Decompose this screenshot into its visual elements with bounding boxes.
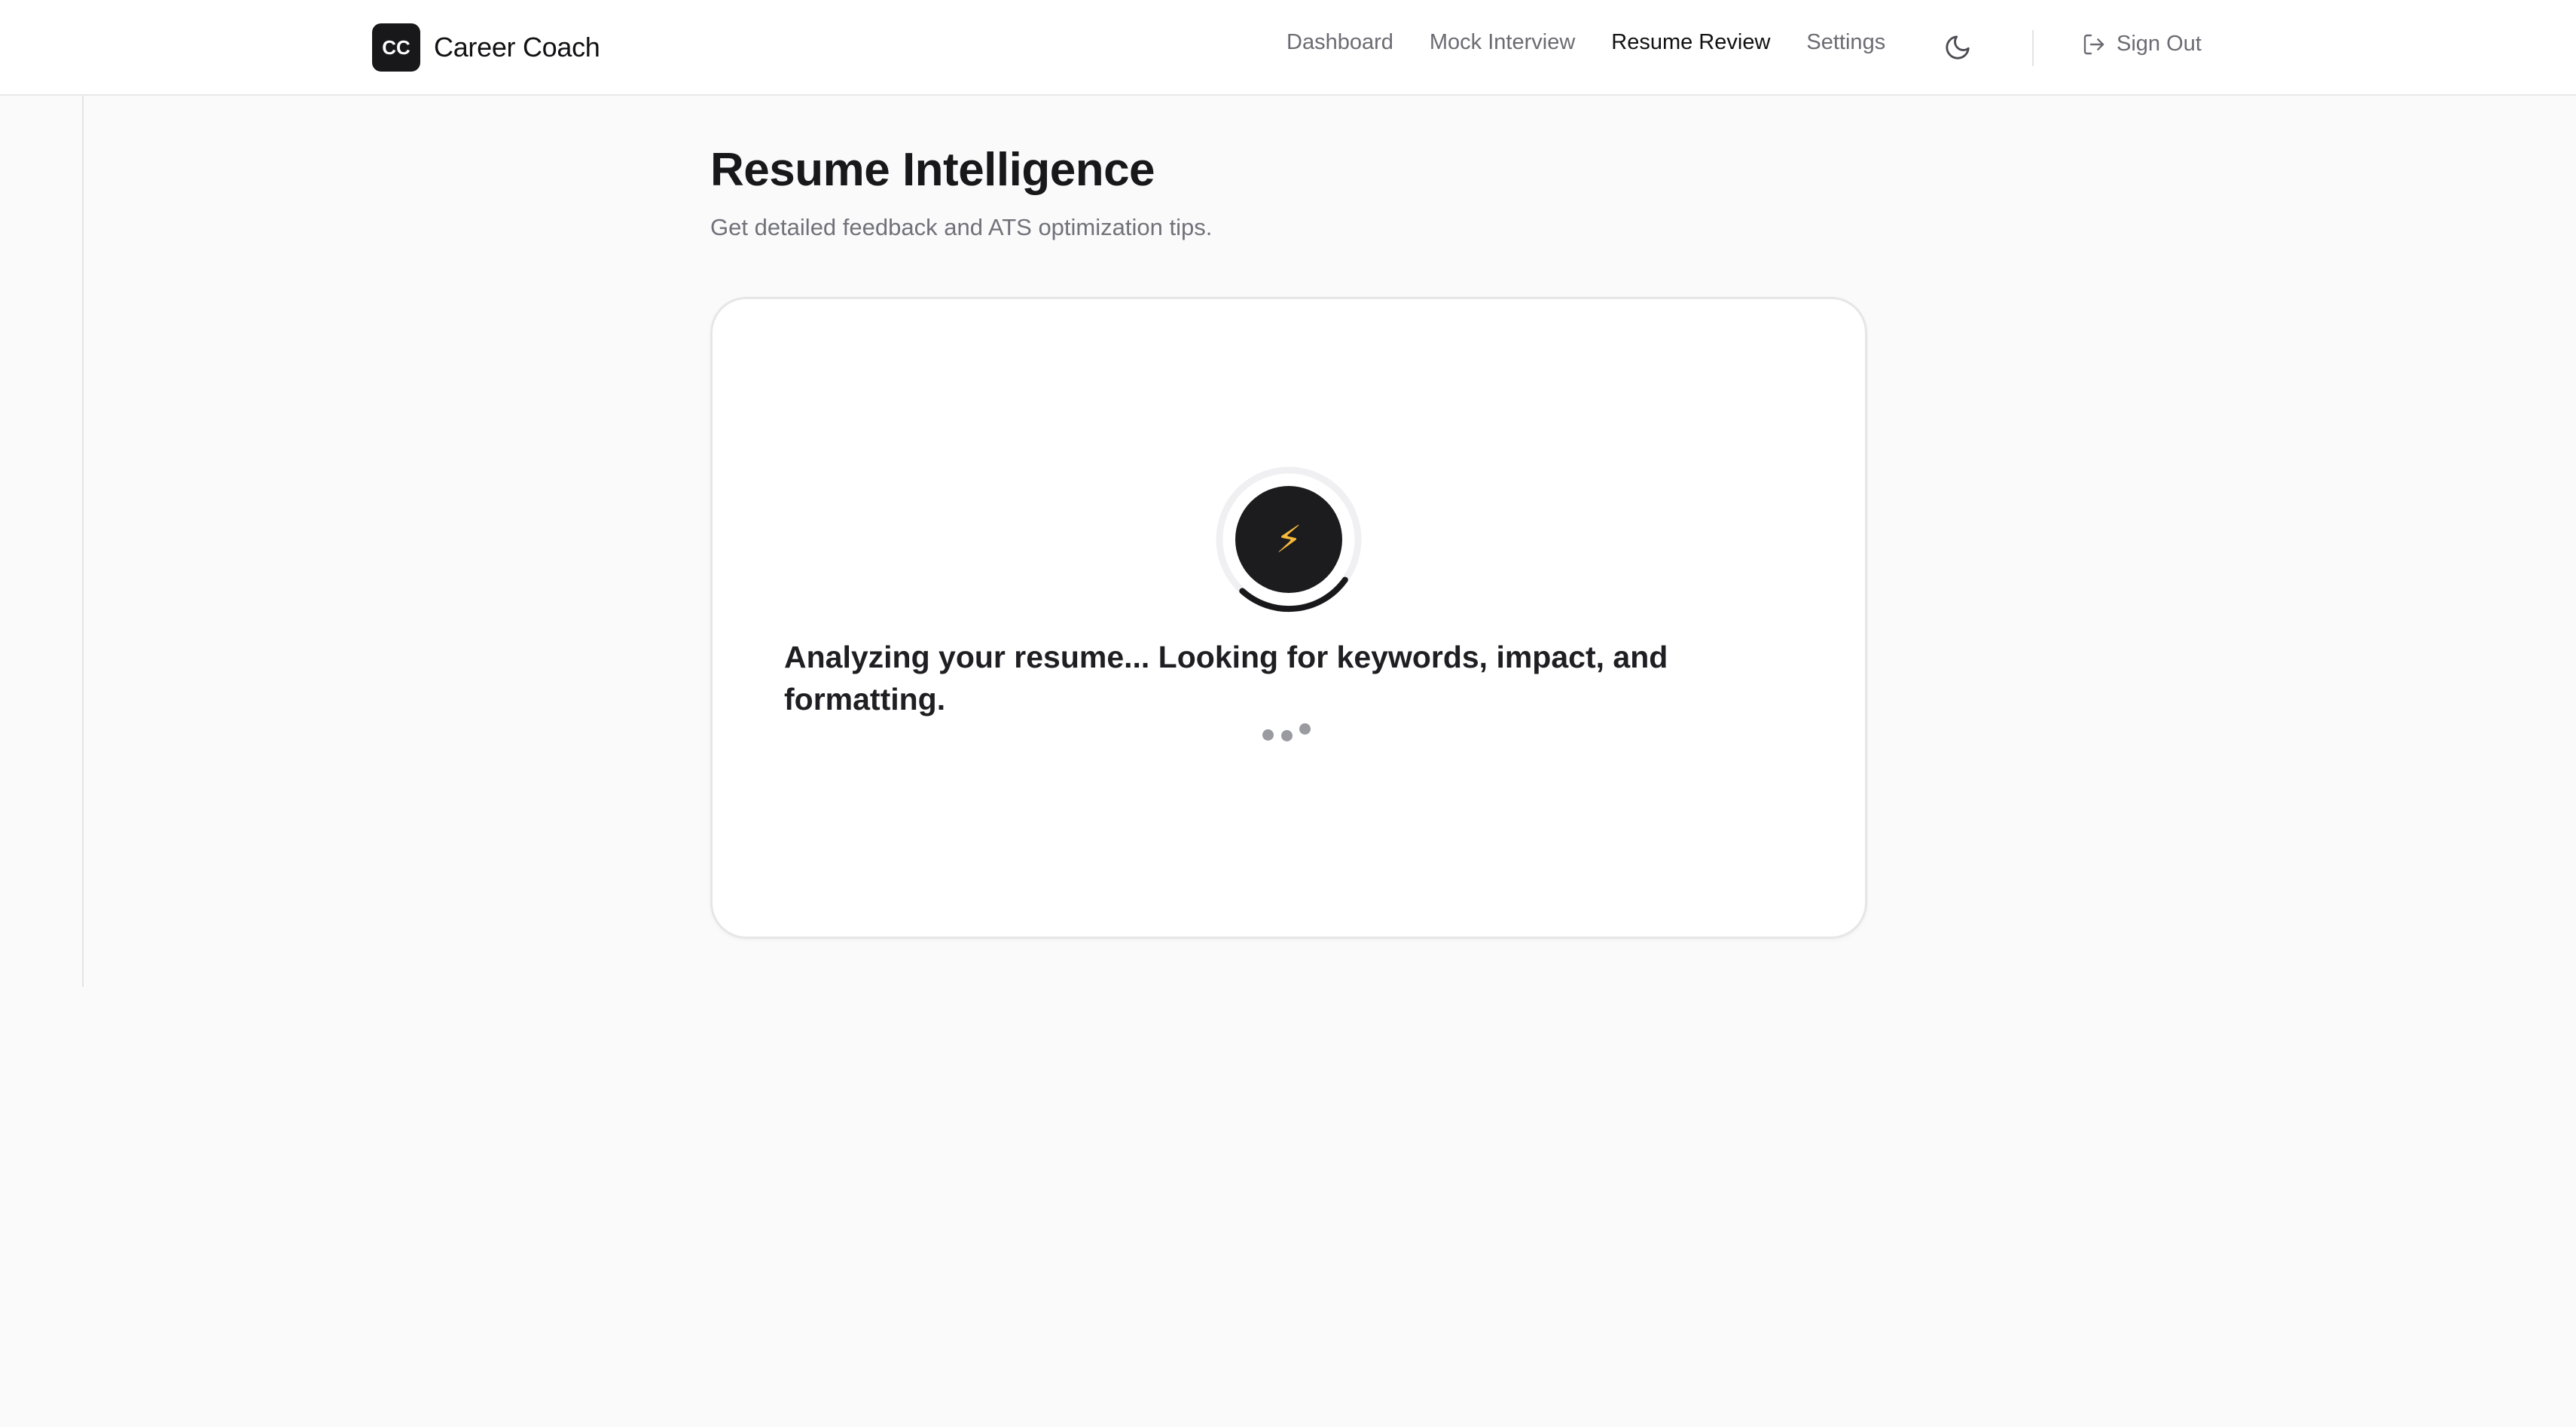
top-navbar: CC Career Coach Dashboard Mock Interview… xyxy=(0,0,2576,96)
nav-dashboard[interactable]: Dashboard xyxy=(1286,30,1393,55)
moon-icon xyxy=(1946,35,1970,60)
loading-spinner: ⚡ xyxy=(1216,466,1362,613)
main-nav: Dashboard Mock Interview Resume Review S… xyxy=(1286,30,1921,55)
theme-toggle-button[interactable] xyxy=(1940,30,1975,65)
lightning-icon: ⚡ xyxy=(1235,486,1342,593)
brand[interactable]: CC Career Coach xyxy=(372,23,600,72)
nav-mock-interview[interactable]: Mock Interview xyxy=(1430,30,1575,55)
analysis-card xyxy=(710,297,1867,939)
page-title: Resume Intelligence xyxy=(710,144,1155,196)
loading-message: Analyzing your resume... Looking for key… xyxy=(784,640,1668,717)
log-out-icon xyxy=(2083,34,2104,54)
sign-out-button[interactable]: Sign Out xyxy=(2082,32,2202,57)
dot xyxy=(1299,723,1311,735)
nav-resume-review[interactable]: Resume Review xyxy=(1611,30,1770,55)
page-subtitle: Get detailed feedback and ATS optimizati… xyxy=(710,214,1213,240)
sign-out-label: Sign Out xyxy=(2117,32,2202,56)
dot xyxy=(1262,729,1274,741)
header-divider xyxy=(2032,30,2034,66)
brand-logo: CC xyxy=(372,23,420,72)
sidebar-divider xyxy=(82,96,84,987)
brand-name: Career Coach xyxy=(434,32,600,63)
typing-dots xyxy=(1262,720,1315,743)
nav-settings[interactable]: Settings xyxy=(1806,30,1885,55)
dot xyxy=(1281,730,1293,741)
